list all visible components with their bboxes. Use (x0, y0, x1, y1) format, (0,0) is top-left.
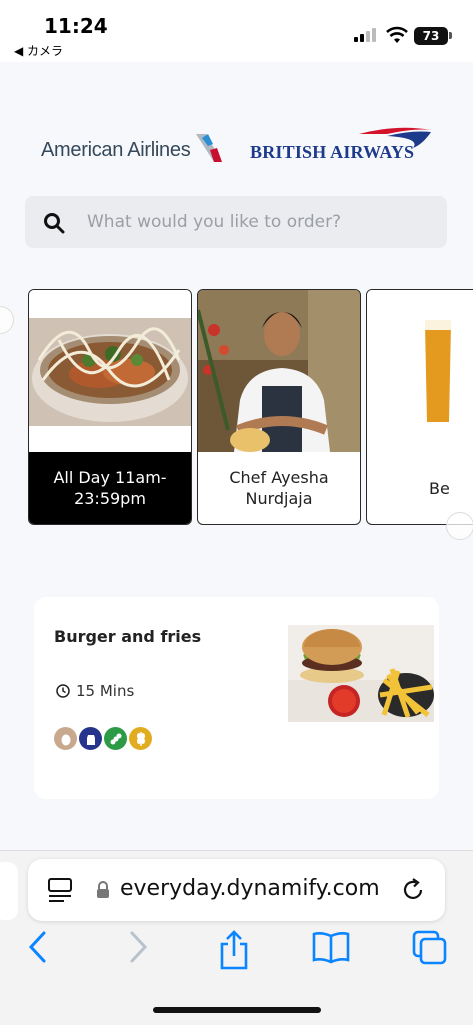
search-input[interactable]: What would you like to order? (87, 196, 341, 248)
bookmarks-icon[interactable] (312, 930, 350, 964)
category-image-dish (29, 290, 191, 452)
search-bar[interactable]: What would you like to order? (25, 196, 447, 248)
tabs-icon[interactable] (412, 930, 448, 966)
previous-tab-edge[interactable] (0, 862, 18, 920)
menu-item-image (288, 625, 434, 722)
carousel-next-button[interactable] (446, 512, 473, 540)
british-airways-swoosh-icon (359, 127, 431, 148)
battery-indicator: 73 (414, 27, 448, 45)
share-icon[interactable] (218, 930, 250, 970)
cellular-signal-icon (354, 28, 376, 42)
category-carousel: All Day 11am-23:59pm Chef Ayesha Nurdjaj… (0, 288, 473, 528)
status-bar: 11:24 ◀ カメラ 73 (0, 0, 473, 62)
wifi-icon (386, 26, 408, 43)
address-bar[interactable]: everyday.dynamify.com (28, 859, 445, 921)
category-label: Chef Ayesha Nurdjaja (229, 468, 329, 508)
page-menu-icon[interactable] (48, 877, 72, 903)
battery-tip (449, 32, 452, 39)
allergen-list (54, 727, 152, 750)
menu-item-card[interactable]: Burger and fries 15 Mins (34, 597, 439, 799)
category-card-chef[interactable]: Chef Ayesha Nurdjaja (197, 289, 361, 525)
prep-time-text: 15 Mins (76, 682, 135, 700)
reload-icon[interactable] (400, 877, 426, 903)
back-icon[interactable] (28, 930, 48, 964)
category-card-all-day[interactable]: All Day 11am-23:59pm (28, 289, 192, 525)
mustard-icon (104, 727, 127, 750)
category-label: All Day 11am-23:59pm (29, 452, 191, 524)
search-icon (44, 213, 65, 234)
american-airlines-flight-symbol-icon (196, 134, 222, 162)
back-to-app-link[interactable]: ◀ カメラ (14, 42, 63, 59)
clock-icon (56, 684, 70, 698)
prep-time: 15 Mins (56, 682, 134, 700)
lock-icon (97, 881, 109, 898)
category-card-beer[interactable]: Be (366, 289, 473, 525)
category-image-chef (198, 290, 360, 452)
american-airlines-logo: American Airlines (41, 139, 191, 161)
forward-icon[interactable] (128, 930, 148, 964)
url-text[interactable]: everyday.dynamify.com (120, 876, 380, 901)
gluten-icon (129, 727, 152, 750)
status-time: 11:24 (44, 14, 108, 38)
home-indicator[interactable] (153, 1007, 321, 1013)
egg-icon (54, 727, 77, 750)
milk-icon (79, 727, 102, 750)
category-image-beer (367, 290, 473, 452)
menu-item-name: Burger and fries (54, 627, 202, 646)
